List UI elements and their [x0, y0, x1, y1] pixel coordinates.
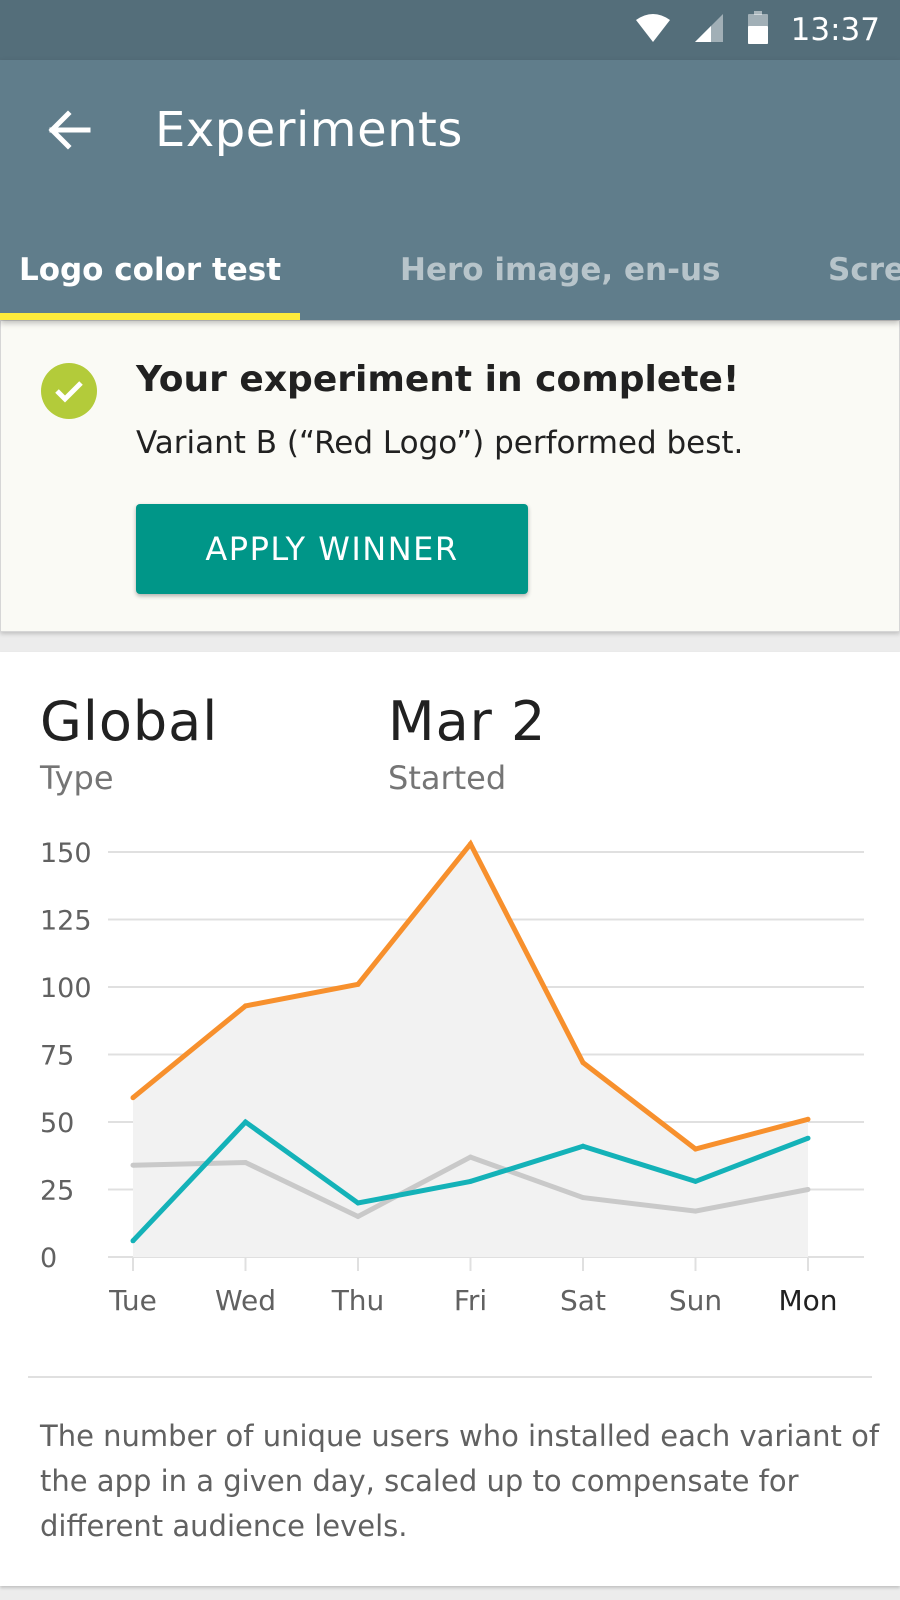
experiment-stats-card: Global Type Mar 2 Started 150 125 100 75 50 2…	[0, 652, 900, 1586]
data-point	[468, 1154, 473, 1160]
installs-chart: 150 125 100 75 50 25 0 Tue Wed Thu Fri Sat Sun Mon	[0, 832, 900, 1332]
data-point	[355, 1200, 361, 1206]
y-tick-label: 100	[40, 973, 92, 1004]
tab-scre[interactable]: Scre	[828, 220, 900, 320]
data-point	[805, 1116, 811, 1122]
x-tick-label: Wed	[215, 1284, 276, 1317]
type-value: Global	[40, 690, 219, 753]
y-tick-label: 150	[40, 838, 92, 869]
back-button[interactable]	[38, 100, 102, 164]
x-tick-label: Tue	[108, 1284, 157, 1317]
data-point	[130, 1162, 136, 1168]
x-tick-label: Sun	[669, 1284, 722, 1317]
cell-signal-icon	[693, 12, 725, 49]
y-tick-label: 25	[40, 1176, 74, 1207]
data-point	[243, 1160, 248, 1165]
wifi-icon	[635, 12, 671, 49]
battery-icon	[747, 10, 769, 50]
started-stat: Mar 2 Started	[388, 690, 546, 797]
data-point	[580, 1060, 586, 1066]
y-tick-label: 75	[40, 1041, 74, 1072]
data-point	[693, 1178, 698, 1184]
type-label: Type	[40, 759, 114, 797]
tab-logo-color-test[interactable]: Logo color test	[0, 220, 300, 320]
installs-line-chart: 150 125 100 75 50 25 0 Tue Wed Thu Fri Sat Sun Mon	[40, 838, 864, 1317]
data-point	[130, 1095, 136, 1101]
tab-hero-image[interactable]: Hero image, en-us	[355, 220, 735, 320]
data-point	[243, 1119, 248, 1125]
status-time: 13:37	[790, 12, 880, 48]
data-point	[580, 1195, 586, 1201]
experiment-complete-card: Your experiment in complete! Variant B (…	[0, 320, 900, 632]
started-value: Mar 2	[388, 690, 547, 753]
data-point	[580, 1143, 586, 1149]
data-point	[243, 1003, 248, 1009]
started-label: Started	[388, 759, 507, 797]
chart-caption: The number of unique users who installed…	[40, 1419, 880, 1543]
arrow-back-icon	[48, 109, 92, 155]
tab-indicator	[0, 313, 300, 320]
notice-title: Your experiment in complete!	[136, 359, 740, 400]
y-tick-label: 125	[40, 906, 92, 937]
data-point	[468, 1178, 473, 1184]
y-tick-label: 0	[40, 1243, 57, 1274]
tab-label: Logo color test	[18, 252, 282, 288]
page-title: Experiments	[155, 102, 463, 158]
data-point	[355, 1214, 361, 1219]
tab-label: Hero image, en-us	[400, 252, 721, 288]
data-point	[468, 841, 473, 847]
notice-body: Variant B (“Red Logo”) performed best.	[136, 425, 744, 461]
x-tick-label: Fri	[454, 1284, 487, 1317]
type-stat: Global Type	[40, 690, 218, 797]
tab-bar: Logo color test Hero image, en-us Scre	[0, 220, 900, 320]
check-circle-icon	[41, 363, 97, 419]
status-bar: 13:37	[0, 0, 900, 60]
data-point	[805, 1135, 811, 1141]
x-tick-label: Sat	[560, 1284, 606, 1317]
divider	[28, 1376, 872, 1378]
y-tick-label: 50	[40, 1108, 74, 1139]
app-bar: Experiments Logo color test Hero image, …	[0, 60, 900, 320]
data-point	[693, 1146, 698, 1152]
data-point	[693, 1208, 698, 1214]
x-tick-label: Thu	[331, 1284, 385, 1317]
series-fill-area	[133, 843, 808, 1257]
data-point	[805, 1187, 811, 1192]
data-point	[130, 1238, 136, 1244]
x-tick-label: Mon	[778, 1284, 837, 1317]
apply-winner-button[interactable]: APPLY WINNER	[136, 504, 528, 594]
status-icons: 13:37	[635, 10, 880, 50]
data-point	[355, 981, 361, 987]
tab-label: Scre	[828, 252, 900, 288]
